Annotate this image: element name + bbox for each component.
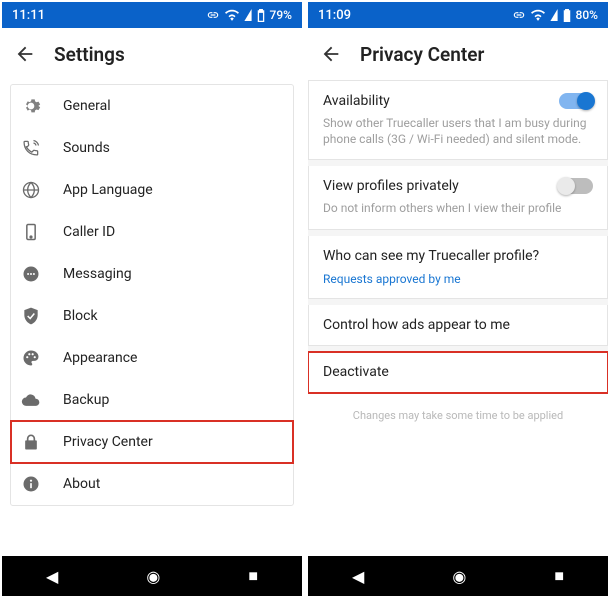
info-icon	[21, 474, 41, 494]
section-deactivate[interactable]: Deactivate	[308, 352, 608, 393]
nav-back-icon[interactable]: ◀	[46, 567, 58, 586]
menu-item-about[interactable]: About	[11, 463, 293, 505]
section-link: Requests approved by me	[323, 272, 593, 286]
section-title: Control how ads appear to me	[323, 317, 593, 333]
menu-label: General	[63, 98, 111, 114]
wifi-icon	[225, 9, 239, 21]
wifi-icon	[531, 9, 545, 21]
gear-icon	[21, 96, 41, 116]
menu-label: Messaging	[63, 266, 132, 282]
menu-label: Caller ID	[63, 224, 115, 240]
status-bar: 11:09 80%	[308, 2, 608, 28]
menu-label: Sounds	[63, 140, 110, 156]
section-title: Deactivate	[323, 364, 593, 380]
battery-icon	[563, 9, 571, 22]
back-icon[interactable]	[320, 43, 342, 65]
section-title: Who can see my Truecaller profile?	[323, 248, 593, 264]
signal-icon	[244, 9, 252, 21]
back-icon[interactable]	[14, 43, 36, 65]
menu-item-caller-id[interactable]: Caller ID	[11, 211, 293, 253]
status-time: 11:09	[318, 8, 351, 23]
privacy-sections: Availability Show other Truecaller users…	[308, 80, 608, 556]
shield-icon	[21, 306, 41, 326]
device-icon	[21, 222, 41, 242]
app-bar: Privacy Center	[308, 28, 608, 80]
nav-recent-icon[interactable]: ■	[554, 566, 564, 586]
section-desc: Show other Truecaller users that I am bu…	[323, 115, 593, 147]
menu-label: Backup	[63, 392, 109, 408]
settings-screen: 11:11 79% Settings General Sounds App La…	[2, 2, 302, 596]
menu-label: Appearance	[63, 350, 137, 366]
availability-toggle[interactable]	[559, 93, 593, 109]
status-time: 11:11	[12, 8, 45, 23]
footnote: Changes may take some time to be applied	[308, 409, 608, 422]
menu-item-app-language[interactable]: App Language	[11, 169, 293, 211]
section-title: View profiles privately	[323, 178, 459, 194]
menu-item-backup[interactable]: Backup	[11, 379, 293, 421]
menu-item-appearance[interactable]: Appearance	[11, 337, 293, 379]
menu-item-general[interactable]: General	[11, 85, 293, 127]
settings-list: General Sounds App Language Caller ID Me…	[2, 80, 302, 556]
menu-label: App Language	[63, 182, 153, 198]
battery-icon	[257, 9, 265, 22]
page-title: Privacy Center	[360, 43, 484, 66]
palette-icon	[21, 348, 41, 368]
menu-item-messaging[interactable]: Messaging	[11, 253, 293, 295]
menu-label: Privacy Center	[63, 434, 153, 450]
nav-home-icon[interactable]: ◉	[452, 567, 466, 586]
status-bar: 11:11 79%	[2, 2, 302, 28]
signal-icon	[550, 9, 558, 21]
section-view-privately[interactable]: View profiles privately Do not inform ot…	[308, 166, 608, 229]
app-bar: Settings	[2, 28, 302, 80]
status-indicators: 80%	[512, 8, 598, 22]
chat-icon	[21, 264, 41, 284]
menu-item-block[interactable]: Block	[11, 295, 293, 337]
android-nav-bar: ◀ ◉ ■	[308, 556, 608, 596]
link-icon	[206, 10, 220, 20]
cloud-icon	[21, 390, 41, 410]
nav-recent-icon[interactable]: ■	[248, 566, 258, 586]
globe-icon	[21, 180, 41, 200]
nav-back-icon[interactable]: ◀	[352, 567, 364, 586]
menu-item-privacy-center[interactable]: Privacy Center	[11, 421, 293, 463]
menu-item-sounds[interactable]: Sounds	[11, 127, 293, 169]
nav-home-icon[interactable]: ◉	[146, 567, 160, 586]
privacy-center-screen: 11:09 80% Privacy Center Availability Sh…	[308, 2, 608, 596]
menu-label: About	[63, 476, 100, 492]
phone-sound-icon	[21, 138, 41, 158]
status-indicators: 79%	[206, 8, 292, 22]
section-desc: Do not inform others when I view their p…	[323, 200, 593, 216]
link-icon	[512, 10, 526, 20]
view-privately-toggle[interactable]	[559, 178, 593, 194]
android-nav-bar: ◀ ◉ ■	[2, 556, 302, 596]
page-title: Settings	[54, 43, 125, 66]
section-title: Availability	[323, 93, 390, 109]
section-who-can-see[interactable]: Who can see my Truecaller profile? Reque…	[308, 236, 608, 299]
menu-label: Block	[63, 308, 98, 324]
status-battery: 80%	[576, 8, 598, 22]
status-battery: 79%	[270, 8, 292, 22]
section-control-ads[interactable]: Control how ads appear to me	[308, 305, 608, 346]
lock-icon	[21, 432, 41, 452]
section-availability[interactable]: Availability Show other Truecaller users…	[308, 80, 608, 160]
